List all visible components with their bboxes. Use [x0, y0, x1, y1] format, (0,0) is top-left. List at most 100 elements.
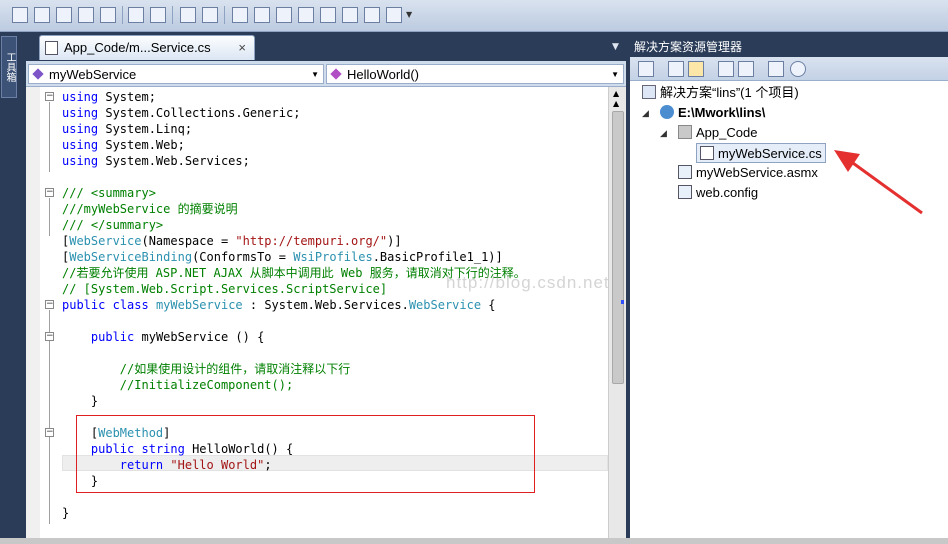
member-dropdown-value: HelloWorld(): [347, 67, 419, 82]
nest-related-icon[interactable]: [738, 61, 754, 77]
editor-scrollbar[interactable]: ▲ ▲: [608, 87, 626, 538]
fold-line: [49, 198, 50, 236]
expand-icon[interactable]: ◢: [660, 129, 667, 139]
outdent-icon[interactable]: [150, 7, 166, 23]
bookmark-folder-prev-icon[interactable]: [298, 7, 314, 23]
scroll-up-icon[interactable]: ▲: [613, 89, 619, 98]
bottom-edge: [0, 538, 948, 544]
aspnet-config-icon[interactable]: [790, 61, 806, 77]
code-line: using System.Collections.Generic;: [62, 106, 301, 120]
class-dropdown[interactable]: myWebService ▼: [28, 64, 324, 84]
bookmark-next-icon[interactable]: [276, 7, 292, 23]
tree-node-asmx[interactable]: myWebService.asmx: [678, 163, 818, 183]
app-code-label: App_Code: [696, 125, 758, 140]
toolbar-button-1[interactable]: [12, 7, 28, 23]
navigation-bar: myWebService ▼ HelloWorld() ▼: [26, 61, 626, 87]
code-editor[interactable]: using System; using System.Collections.Ge…: [26, 87, 614, 538]
document-tab-title: App_Code/m...Service.cs: [64, 40, 211, 55]
arrow-head: [834, 150, 860, 172]
asmx-file-label: myWebService.asmx: [696, 165, 818, 180]
folder-icon: [678, 125, 692, 139]
code-line: //InitializeComponent();: [62, 378, 294, 392]
bookmark-folder-next-icon[interactable]: [320, 7, 336, 23]
code-line: using System;: [62, 90, 156, 104]
code-line: }: [62, 506, 70, 520]
code-line: }: [62, 394, 99, 408]
code-line: public myWebService () {: [90, 330, 265, 344]
fold-line: [49, 438, 50, 508]
comment-icon[interactable]: [180, 7, 196, 23]
config-file-icon: [678, 185, 692, 199]
cs-file-icon: [45, 41, 58, 55]
fold-line: [49, 342, 50, 412]
tree-node-app-code[interactable]: App_Code: [678, 123, 757, 143]
fold-toggle[interactable]: −: [45, 188, 54, 197]
main-toolbar: ▼: [0, 0, 948, 32]
toolbox-tab[interactable]: 工具箱: [1, 36, 17, 98]
tree-node-solution[interactable]: 解决方案“lins”(1 个项目): [642, 83, 799, 103]
code-line: [WebServiceBinding(ConformsTo = WsiProfi…: [62, 250, 503, 264]
scroll-marker: [621, 300, 624, 304]
toolbar-button-2[interactable]: [34, 7, 50, 23]
view-code-icon[interactable]: [718, 61, 734, 77]
bookmark-icon[interactable]: [232, 7, 248, 23]
bookmark-prev-icon[interactable]: [254, 7, 270, 23]
toolbar-separator: [224, 6, 225, 24]
copy-website-icon[interactable]: [768, 61, 784, 77]
config-file-label: web.config: [696, 185, 759, 200]
toolbar-separator: [172, 6, 173, 24]
toolbar-button-5[interactable]: [100, 7, 116, 23]
bookmark-file-prev-icon[interactable]: [342, 7, 358, 23]
solution-label: 解决方案“lins”(1 个项目): [660, 85, 799, 100]
toolbar-button-4[interactable]: [78, 7, 94, 23]
code-line: using System.Linq;: [62, 122, 193, 136]
chevron-down-icon: ▼: [611, 70, 619, 79]
toolbar-button-3[interactable]: [56, 7, 72, 23]
fold-toggle[interactable]: −: [45, 92, 54, 101]
project-label: E:\Mwork\lins\: [678, 105, 766, 120]
class-dropdown-value: myWebService: [49, 67, 137, 82]
code-line: [WebService(Namespace = "http://tempuri.…: [62, 234, 402, 248]
tree-node-project[interactable]: E:\Mwork\lins\: [660, 103, 765, 123]
code-line: using System.Web;: [62, 138, 185, 152]
uncomment-icon[interactable]: [202, 7, 218, 23]
member-dropdown[interactable]: HelloWorld() ▼: [326, 64, 624, 84]
refresh-icon[interactable]: [668, 61, 684, 77]
left-tool-strip: [0, 33, 18, 544]
scroll-up-icon[interactable]: ▲: [613, 99, 619, 108]
toolbar-overflow-icon[interactable]: ▼: [406, 10, 412, 19]
fold-toggle[interactable]: −: [45, 428, 54, 437]
bookmark-file-next-icon[interactable]: [364, 7, 380, 23]
watermark: http://blog.csdn.net/: [446, 273, 616, 292]
expand-icon[interactable]: ◢: [642, 109, 649, 119]
code-line: using System.Web.Services;: [62, 154, 250, 168]
document-tab[interactable]: App_Code/m...Service.cs ×: [39, 35, 255, 60]
code-line: // [System.Web.Script.Services.ScriptSer…: [62, 282, 388, 296]
class-icon: [32, 68, 44, 80]
toolbar-separator: [122, 6, 123, 24]
website-icon: [660, 105, 674, 119]
close-icon[interactable]: ×: [238, 40, 246, 55]
show-all-files-icon[interactable]: [688, 61, 704, 77]
code-line: //如果使用设计的组件，请取消注释以下行: [62, 362, 351, 376]
properties-icon[interactable]: [638, 61, 654, 77]
tree-node-config[interactable]: web.config: [678, 183, 758, 203]
solution-explorer: 解决方案资源管理器 解决方案“lins”(1 个项目) ◢ E:\Mwork\l…: [630, 33, 948, 544]
code-line: public class myWebService : System.Web.S…: [62, 298, 496, 312]
chevron-down-icon: ▼: [311, 70, 319, 79]
clear-bookmarks-icon[interactable]: [386, 7, 402, 23]
fold-toggle[interactable]: −: [45, 332, 54, 341]
tree-node-selected-file[interactable]: myWebService.cs: [696, 143, 826, 163]
code-line: ///myWebService 的摘要说明: [62, 202, 238, 216]
arrow-shaft: [845, 156, 923, 215]
panel-toolbar: [630, 57, 948, 81]
tab-dropdown-icon[interactable]: ▼: [612, 42, 619, 52]
scrollbar-thumb[interactable]: [612, 111, 624, 384]
indent-icon[interactable]: [128, 7, 144, 23]
cs-file-icon: [700, 146, 714, 160]
annotation-box: [76, 415, 535, 493]
fold-toggle[interactable]: −: [45, 300, 54, 309]
code-line: /// <summary>: [62, 186, 156, 200]
editor-gutter: [26, 87, 40, 538]
selected-file-label: myWebService.cs: [718, 146, 822, 161]
